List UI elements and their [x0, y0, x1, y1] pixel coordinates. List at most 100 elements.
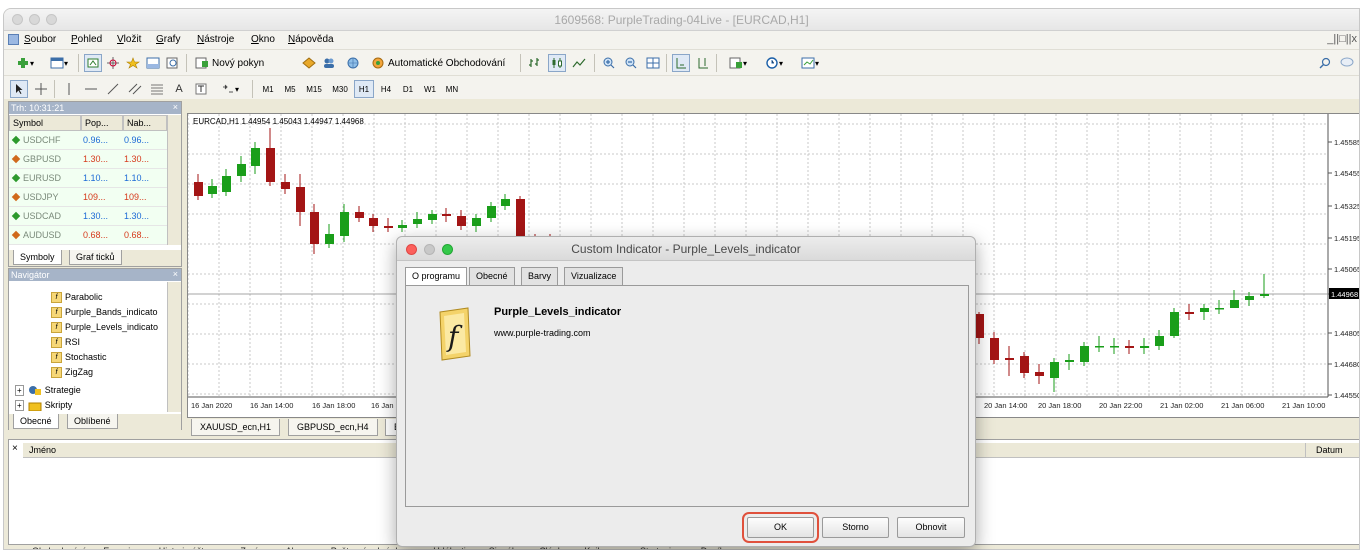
tab-colors[interactable]: Barvy [521, 267, 559, 285]
auto-trading-button[interactable]: Automatické Obchodování [368, 54, 514, 72]
vertical-line-tool[interactable] [60, 80, 78, 98]
timeframe-m30-button[interactable]: M30 [328, 80, 352, 98]
tile-windows-button[interactable] [644, 54, 662, 72]
zoom-in-button[interactable] [600, 54, 618, 72]
timeframe-m5-button[interactable]: M5 [280, 80, 300, 98]
reset-button[interactable]: Obnovit [897, 517, 965, 538]
indicator-url[interactable]: www.purple-trading.com [494, 328, 591, 338]
cursor-tool[interactable] [10, 80, 28, 98]
close-icon[interactable]: × [173, 102, 178, 112]
chart-tab-gbpusd[interactable]: GBPUSD_ecn,H4 [288, 419, 378, 436]
cancel-button[interactable]: Storno [822, 517, 889, 538]
data-window-toggle[interactable] [104, 54, 122, 72]
crosshair-tool[interactable] [32, 80, 50, 98]
terminal-tab[interactable]: Obchodování [32, 545, 86, 549]
search-button[interactable] [1316, 54, 1334, 72]
horizontal-line-tool[interactable] [82, 80, 100, 98]
mdi-controls[interactable]: _||□||x [1327, 33, 1357, 45]
arrows-tool[interactable]: ▾ [214, 80, 246, 98]
nav-indicator-item[interactable]: f ZigZag [51, 365, 93, 380]
tab-about[interactable]: O programu [405, 267, 468, 286]
chart-shift-button[interactable] [694, 54, 712, 72]
navigator-toggle[interactable] [124, 54, 142, 72]
timeframe-d1-button[interactable]: D1 [398, 80, 418, 98]
channel-tool[interactable] [126, 80, 144, 98]
col-name[interactable]: Jméno [29, 445, 56, 455]
timeframe-w1-button[interactable]: W1 [420, 80, 440, 98]
new-chart-button[interactable]: ▾ [10, 54, 40, 72]
nav-indicator-item[interactable]: f Purple_Levels_indicato [51, 320, 158, 335]
bar-chart-button[interactable] [526, 54, 544, 72]
nav-indicator-item[interactable]: f RSI [51, 335, 80, 350]
table-row[interactable]: AUDUSD 0.68... 0.68... [9, 226, 181, 245]
menu-tools[interactable]: Nástroje [197, 34, 234, 45]
market-button[interactable] [344, 54, 362, 72]
tab-visualization[interactable]: Vizualizace [564, 267, 624, 285]
terminal-toggle[interactable] [144, 54, 162, 72]
trendline-tool[interactable] [104, 80, 122, 98]
indicators-button[interactable]: ▾ [722, 54, 754, 72]
table-row[interactable]: USDJPY 109... 109... [9, 188, 181, 207]
tab-general[interactable]: Obecné [13, 414, 59, 429]
timeframe-h4-button[interactable]: H4 [376, 80, 396, 98]
profiles-button[interactable]: ▾ [44, 54, 74, 72]
tab-tick-chart[interactable]: Graf ticků [69, 250, 122, 265]
chart-tab-xauusd[interactable]: XAUUSD_ecn,H1 [191, 419, 281, 436]
bid-cell: 1.30... [83, 211, 109, 221]
terminal-tab[interactable]: Zprávy [240, 545, 268, 549]
table-row[interactable]: GBPUSD 1.30... 1.30... [9, 150, 181, 169]
expand-icon[interactable]: + [15, 400, 24, 411]
zoom-out-button[interactable] [622, 54, 640, 72]
navigator-scrollbar[interactable] [167, 282, 181, 412]
nav-folder-strategie[interactable]: + Strategie [15, 383, 81, 398]
close-icon[interactable]: × [173, 269, 178, 279]
timeframe-mn-button[interactable]: MN [442, 80, 462, 98]
col-date[interactable]: Datum [1305, 443, 1355, 457]
market-watch-toggle[interactable] [84, 54, 102, 72]
new-order-button[interactable]: Nový pokyn [192, 54, 288, 72]
col-symbol[interactable]: Symbol [9, 115, 81, 131]
menu-help[interactable]: Nápověda [288, 34, 334, 45]
nav-indicator-item[interactable]: f Parabolic [51, 290, 103, 305]
market-watch-scrollbar[interactable] [167, 115, 181, 245]
close-icon[interactable]: × [12, 443, 18, 454]
timeframe-m1-button[interactable]: M1 [258, 80, 278, 98]
signals-button[interactable] [320, 54, 338, 72]
tab-favorites[interactable]: Oblíbené [67, 414, 118, 429]
terminal-tab[interactable]: Alarmy [286, 545, 314, 549]
text-tool[interactable]: A [170, 80, 188, 98]
expand-icon[interactable]: + [15, 385, 24, 396]
col-ask[interactable]: Nab... [123, 115, 167, 131]
nav-folder-skripty[interactable]: + Skripty [15, 398, 72, 413]
chat-button[interactable] [1338, 54, 1356, 72]
menu-window[interactable]: Okno [251, 34, 275, 45]
terminal-tab[interactable]: Historie účtu [159, 545, 209, 549]
strategy-tester-toggle[interactable] [164, 54, 182, 72]
menu-insert[interactable]: Vložit [117, 34, 141, 45]
fibonacci-tool[interactable] [148, 80, 166, 98]
periods-button[interactable]: ▾ [758, 54, 790, 72]
col-bid[interactable]: Pop... [81, 115, 123, 131]
templates-button[interactable]: ▾ [794, 54, 826, 72]
tab-symbols[interactable]: Symboly [13, 250, 62, 265]
nav-indicator-item[interactable]: f Stochastic [51, 350, 107, 365]
candlestick-button[interactable] [548, 54, 566, 72]
menu-file[interactable]: Soubor [24, 34, 56, 45]
candle-body [487, 206, 496, 218]
menu-charts[interactable]: Grafy [156, 34, 180, 45]
auto-scroll-button[interactable] [672, 54, 690, 72]
text-label-tool[interactable] [192, 80, 210, 98]
timeframe-h1-button[interactable]: H1 [354, 80, 374, 98]
table-row[interactable]: USDCAD 1.30... 1.30... [9, 207, 181, 226]
table-row[interactable]: USDCHF 0.96... 0.96... [9, 131, 181, 150]
menu-view[interactable]: Pohled [71, 34, 102, 45]
nav-indicator-item[interactable]: f Purple_Bands_indicato [51, 305, 158, 320]
terminal-tab[interactable]: Poštovní schránka [331, 545, 405, 549]
terminal-tab[interactable]: Expozice [103, 545, 140, 549]
ok-button[interactable]: OK [747, 517, 814, 538]
line-chart-button[interactable] [570, 54, 588, 72]
metaeditor-button[interactable] [300, 54, 318, 72]
tab-general[interactable]: Obecné [469, 267, 515, 285]
timeframe-m15-button[interactable]: M15 [302, 80, 326, 98]
table-row[interactable]: EURUSD 1.10... 1.10... [9, 169, 181, 188]
